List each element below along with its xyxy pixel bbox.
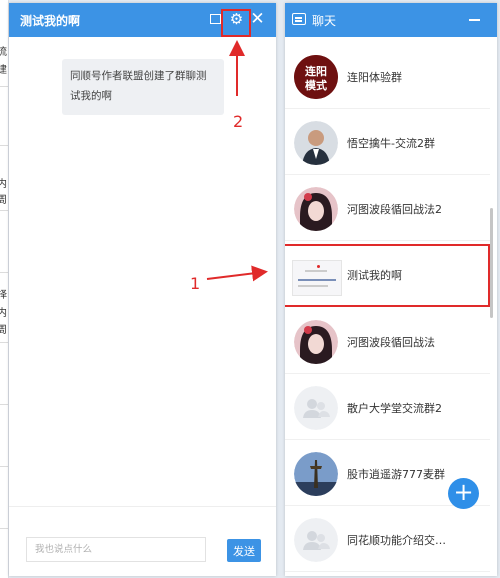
annotation-label-2: 2	[233, 112, 244, 131]
annotation-label-1: 1	[190, 274, 201, 293]
annotation-arrows	[206, 40, 268, 282]
